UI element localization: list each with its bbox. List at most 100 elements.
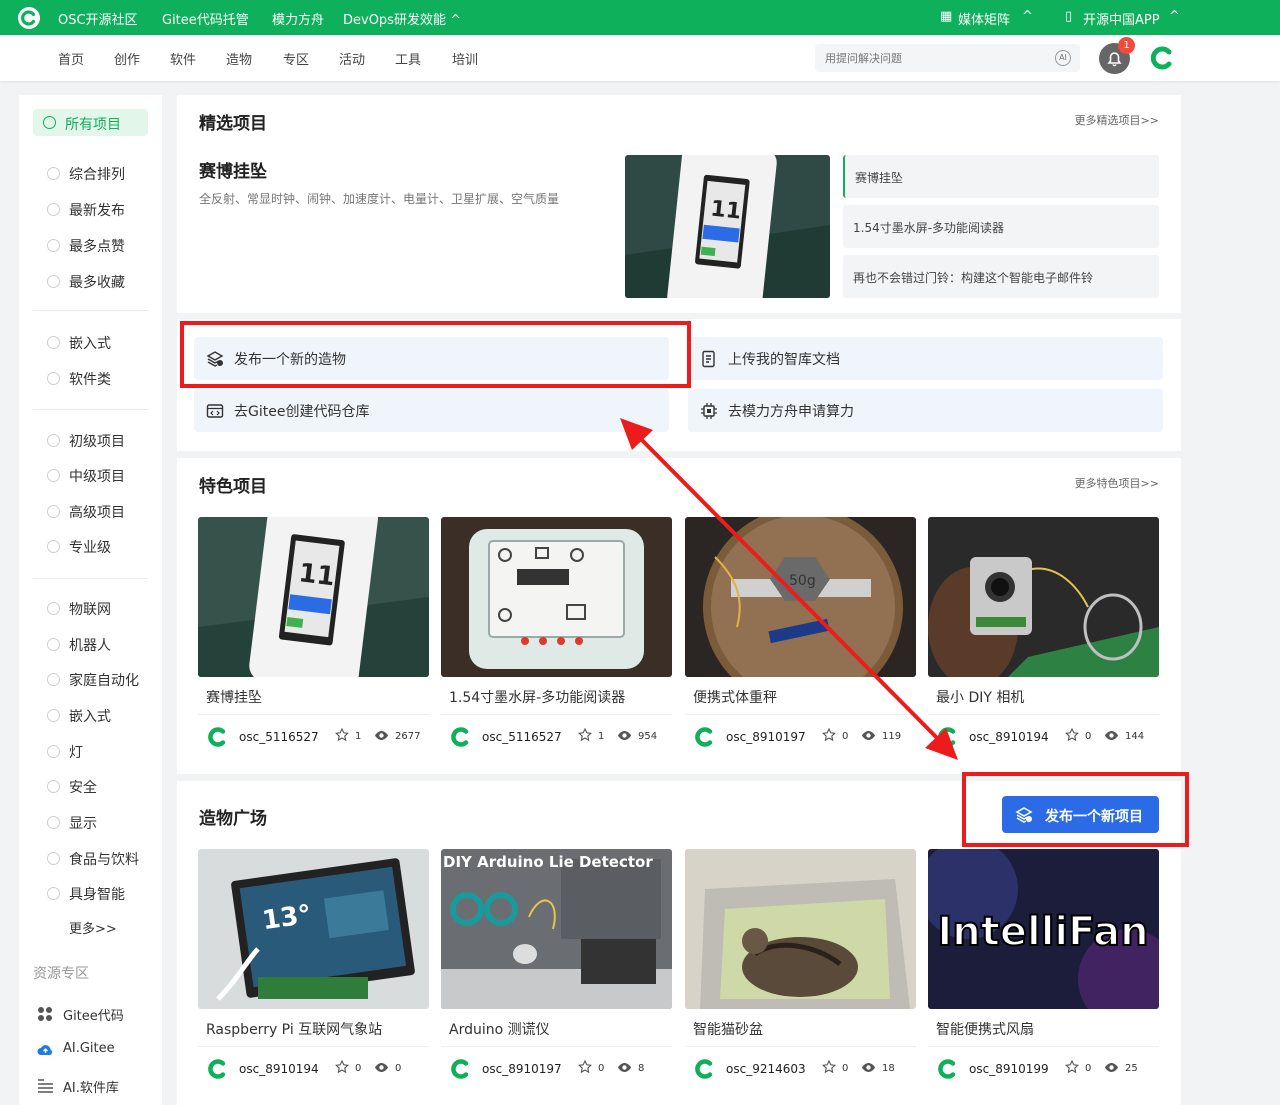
star-icon[interactable] xyxy=(822,1060,836,1074)
chevron-up-icon: ^ xyxy=(1169,9,1180,24)
author-avatar xyxy=(451,727,469,747)
project-card[interactable]: DIY Arduino Lie Detector Arduino 测谎仪 osc… xyxy=(441,849,672,1084)
nav-software[interactable]: 软件 xyxy=(170,49,196,68)
publish-new-project-button[interactable]: 发布一个新项目 xyxy=(1002,796,1159,833)
featured-project-name[interactable]: 赛博挂坠 xyxy=(199,157,267,182)
featured-more-link[interactable]: 更多精选项目>> xyxy=(1075,112,1159,128)
nav-create[interactable]: 创作 xyxy=(114,49,140,68)
request-compute-button[interactable]: 去模力方舟申请算力 xyxy=(688,389,1163,432)
svg-text:11: 11 xyxy=(297,558,337,592)
author-name[interactable]: osc_5116527 xyxy=(239,730,319,744)
star-icon[interactable] xyxy=(578,1060,592,1074)
create-gitee-repo-button[interactable]: 去Gitee创建代码仓库 xyxy=(194,389,669,432)
author-name[interactable]: osc_9214603 xyxy=(726,1062,806,1076)
media-matrix-link[interactable]: 媒体矩阵 xyxy=(958,9,1010,28)
project-name: 1.54寸墨水屏-多功能阅读器 xyxy=(449,690,626,706)
pendant-image: 11 xyxy=(625,155,830,298)
card-divider xyxy=(441,714,672,715)
featured-list-item-2[interactable]: 1.54寸墨水屏-多功能阅读器 xyxy=(843,205,1159,248)
radio-icon xyxy=(47,602,60,615)
project-card[interactable]: 智能猫砂盆 osc_9214603 0 18 xyxy=(685,849,916,1084)
special-more-link[interactable]: 更多特色项目>> xyxy=(1075,475,1159,491)
radio-icon xyxy=(47,434,60,447)
radio-icon xyxy=(47,780,60,793)
radio-icon xyxy=(47,816,60,829)
author-name[interactable]: osc_5116527 xyxy=(482,730,562,744)
radio-icon xyxy=(47,673,60,686)
star-icon[interactable] xyxy=(822,728,836,742)
view-count: 144 xyxy=(1125,731,1145,742)
star-icon[interactable] xyxy=(1065,728,1079,742)
resources-heading: 资源专区 xyxy=(33,966,89,982)
gitee-link[interactable]: Gitee代码托管 xyxy=(162,9,249,28)
nav-events[interactable]: 活动 xyxy=(339,49,365,68)
nav-maker[interactable]: 造物 xyxy=(226,49,252,68)
nav-training[interactable]: 培训 xyxy=(452,49,478,68)
author-name[interactable]: osc_8910197 xyxy=(482,1062,562,1076)
project-name: Raspberry Pi 互联网气象站 xyxy=(206,1022,383,1038)
featured-card: 精选项目 更多精选项目>> 赛博挂坠 全反射、常显时钟、闹钟、加速度计、电量计、… xyxy=(177,95,1181,313)
project-image: 13° xyxy=(198,849,429,1009)
project-card[interactable]: 50g 便携式体重秤 osc_8910197 0 119 xyxy=(685,517,916,752)
view-count: 954 xyxy=(638,731,658,742)
eye-icon xyxy=(1105,731,1118,740)
moli-link[interactable]: 模力方舟 xyxy=(272,9,324,28)
radio-icon xyxy=(47,203,60,216)
author-name[interactable]: osc_8910197 xyxy=(726,730,806,744)
notification-badge: 1 xyxy=(1118,37,1135,54)
devops-link[interactable]: DevOps研发效能 ^ xyxy=(343,9,461,28)
star-count: 0 xyxy=(355,1063,362,1074)
radio-icon xyxy=(47,336,60,349)
osc-community-link[interactable]: OSC开源社区 xyxy=(58,9,138,28)
project-card[interactable]: 最小 DIY 相机 osc_8910194 0 144 xyxy=(928,517,1159,752)
star-count: 0 xyxy=(1085,1063,1092,1074)
author-avatar xyxy=(208,1059,226,1079)
featured-list-item-3[interactable]: 再也不会错过门铃：构建这个智能电子邮件铃 xyxy=(843,255,1159,298)
card-divider xyxy=(198,714,429,715)
sidebar-divider xyxy=(33,310,148,311)
star-icon[interactable] xyxy=(578,728,592,742)
compass-icon xyxy=(43,116,56,129)
eye-icon xyxy=(375,731,388,740)
user-avatar[interactable] xyxy=(1147,42,1179,74)
featured-list-item-1[interactable]: 赛博挂坠 xyxy=(843,155,1159,198)
star-icon[interactable] xyxy=(335,728,349,742)
author-name[interactable]: osc_8910194 xyxy=(239,1062,319,1076)
project-card[interactable]: IntelliFan 智能便携式风扇 osc_8910199 0 25 xyxy=(928,849,1159,1084)
search-input[interactable] xyxy=(815,44,1045,72)
project-card[interactable]: 11 赛博挂坠 osc_5116527 1 2677 xyxy=(198,517,429,752)
radio-icon xyxy=(47,638,60,651)
nav-zone[interactable]: 专区 xyxy=(283,49,309,68)
project-image xyxy=(928,517,1159,677)
svg-text:11: 11 xyxy=(709,196,742,224)
ai-icon[interactable]: AI xyxy=(1055,50,1071,66)
sidebar-item-all-projects[interactable]: 所有项目 xyxy=(33,109,148,136)
view-count: 8 xyxy=(638,1063,645,1074)
nav-home[interactable]: 首页 xyxy=(58,49,84,68)
star-icon[interactable] xyxy=(335,1060,349,1074)
author-avatar xyxy=(938,727,956,747)
nav-tools[interactable]: 工具 xyxy=(395,49,421,68)
osc-logo-icon[interactable] xyxy=(18,7,40,29)
project-card[interactable]: 13° Raspberry Pi 互联网气象站 osc_8910194 0 0 xyxy=(198,849,429,1084)
upload-doc-button[interactable]: 上传我的智库文档 xyxy=(688,337,1163,380)
author-name[interactable]: osc_8910199 xyxy=(969,1062,1049,1076)
publish-new-creation-button[interactable]: 发布一个新的造物 xyxy=(194,337,669,380)
stack-edit-icon xyxy=(206,351,224,367)
star-icon[interactable] xyxy=(1065,1060,1079,1074)
star-count: 0 xyxy=(842,731,849,742)
card-divider xyxy=(928,714,1159,715)
project-card[interactable]: 1.54寸墨水屏-多功能阅读器 osc_5116527 1 954 xyxy=(441,517,672,752)
star-count: 0 xyxy=(598,1063,605,1074)
app-link[interactable]: 开源中国APP xyxy=(1083,9,1160,28)
library-icon xyxy=(38,1079,53,1093)
author-name[interactable]: osc_8910194 xyxy=(969,730,1049,744)
card-divider xyxy=(198,1046,429,1047)
featured-project-image[interactable]: 11 xyxy=(625,155,830,298)
sidebar-divider xyxy=(33,578,148,579)
radio-icon xyxy=(47,372,60,385)
grid-dots-icon xyxy=(38,1007,52,1021)
quick-actions-card: 发布一个新的造物 上传我的智库文档 去Gitee创建代码仓库 去模力方舟申请算力 xyxy=(177,319,1181,451)
project-image: IntelliFan xyxy=(928,849,1159,1009)
radio-icon xyxy=(47,469,60,482)
